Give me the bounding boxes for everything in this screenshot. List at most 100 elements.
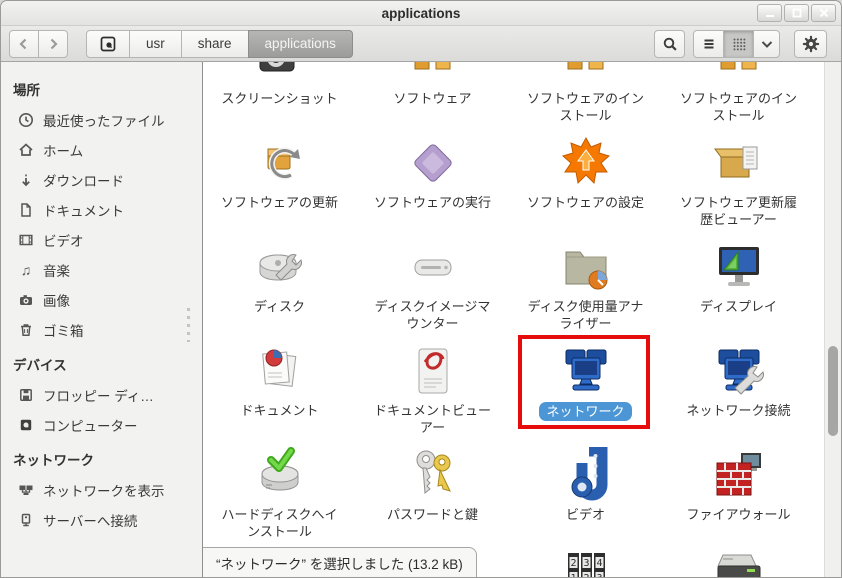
video-film-icon [558, 447, 614, 503]
file-item-combination-lock[interactable] [509, 543, 662, 577]
sidebar-item-connect-server[interactable]: サーバーへ接続 [1, 505, 202, 535]
file-item-label: ソフトウェアのインストール [523, 90, 649, 124]
sidebar-item-computer[interactable]: コンピューター [1, 410, 202, 440]
network-connections-icon [711, 343, 767, 399]
floppy-icon [18, 387, 34, 403]
file-item-label: ディスプレイ [700, 298, 777, 315]
search-button[interactable] [654, 30, 685, 58]
view-options-button[interactable] [753, 30, 780, 58]
file-item-software-install-2[interactable]: ソフトウェアのインストール [662, 62, 815, 127]
minimize-button[interactable] [757, 4, 782, 22]
sidebar-item-pictures[interactable]: 画像 [1, 285, 202, 315]
file-item-label: ディスク使用量アナライザー [523, 298, 649, 332]
file-item-disks[interactable]: ディスク [203, 231, 356, 335]
file-item-label: ソフトウェアの更新 [221, 194, 338, 211]
window-title: applications [382, 6, 461, 21]
folder-pie-icon [558, 239, 614, 295]
file-item-install-to-disk[interactable]: ハードディスクへインストール [203, 439, 356, 543]
firewall-icon [711, 447, 767, 503]
sidebar-item-label: ホーム [43, 140, 83, 160]
breadcrumb-usr[interactable]: usr [129, 30, 182, 58]
close-button[interactable] [811, 4, 836, 22]
file-item-disk-image-mounter[interactable]: ディスクイメージマウンター [356, 231, 509, 335]
trash-icon [18, 322, 34, 338]
sidebar-item-label: 音楽 [43, 260, 70, 280]
file-item-passwords-keys[interactable]: パスワードと鍵 [356, 439, 509, 543]
file-item-software-run[interactable]: ソフトウェアの実行 [356, 127, 509, 231]
install-to-disk-icon [252, 447, 308, 503]
file-item-disk-usage-analyzer[interactable]: ディスク使用量アナライザー [509, 231, 662, 335]
grid-view-button[interactable] [723, 30, 754, 58]
file-item-label: ソフトウェア更新履歴ビューアー [676, 194, 802, 228]
file-item-label: ドキュメント [240, 402, 318, 419]
breadcrumb-applications[interactable]: applications [248, 30, 353, 58]
file-item-software-settings[interactable]: ソフトウェアの設定 [509, 127, 662, 231]
file-item-videos[interactable]: ビデオ [509, 439, 662, 543]
sidebar-item-trash[interactable]: ゴミ箱 [1, 315, 202, 345]
file-item-display[interactable]: ディスプレイ [662, 231, 815, 335]
sidebar-item-floppy[interactable]: フロッピー ディ… [1, 380, 202, 410]
recent-icon [18, 112, 34, 128]
sidebar-item-recent[interactable]: 最近使ったファイル [1, 105, 202, 135]
breadcrumb-root-button[interactable] [86, 30, 130, 58]
picture-icon [18, 292, 34, 308]
file-item-firewall[interactable]: ファイアウォール [662, 439, 815, 543]
file-item-documents[interactable]: ドキュメント [203, 335, 356, 439]
back-button[interactable] [9, 30, 39, 58]
sidebar-item-downloads[interactable]: ダウンロード [1, 165, 202, 195]
minimize-icon [762, 5, 778, 21]
sidebar-item-browse-network[interactable]: ネットワークを表示 [1, 475, 202, 505]
file-item-label: ネットワーク [539, 402, 631, 421]
file-item-printer[interactable] [662, 543, 815, 577]
list-view-button[interactable] [693, 30, 724, 58]
grid-view-icon [731, 36, 747, 52]
chevron-left-icon [16, 36, 32, 52]
file-item-network-connections[interactable]: ネットワーク接続 [662, 335, 815, 439]
chevron-down-icon [759, 36, 775, 52]
passwords-keys-icon [405, 447, 461, 503]
documents-pie-icon [252, 343, 308, 399]
sidebar-item-label: ゴミ箱 [43, 320, 84, 340]
file-item-label: ソフトウェアの実行 [374, 194, 491, 211]
scrollbar-thumb[interactable] [828, 346, 838, 436]
document-viewer-icon [405, 343, 461, 399]
title-bar: applications [1, 1, 841, 26]
file-item-software[interactable]: ソフトウェア [356, 62, 509, 127]
sidebar-header-network: ネットワーク [1, 440, 202, 475]
file-item-label: ドキュメントビューアー [370, 402, 496, 436]
file-item-label: ディスク [254, 298, 305, 315]
orange-burst-icon [558, 135, 614, 191]
network-icon [18, 482, 34, 498]
download-icon [18, 172, 34, 188]
software-packages-icon [405, 62, 461, 87]
update-log-box-icon [711, 135, 767, 191]
status-text: “ネットワーク” を選択しました (13.2 kB) [216, 553, 463, 573]
forward-button[interactable] [38, 30, 68, 58]
camera-icon [252, 62, 308, 87]
sidebar-item-documents[interactable]: ドキュメント [1, 195, 202, 225]
file-item-update-log-viewer[interactable]: ソフトウェア更新履歴ビューアー [662, 127, 815, 231]
breadcrumb-share[interactable]: share [181, 30, 249, 58]
sidebar-item-label: ドキュメント [43, 200, 124, 220]
sidebar-item-videos[interactable]: ビデオ [1, 225, 202, 255]
file-manager-window: applications usr share applications [0, 0, 842, 578]
view-switcher [693, 30, 780, 58]
file-item-document-viewer[interactable]: ドキュメントビューアー [356, 335, 509, 439]
sidebar-scroll-indicator[interactable] [187, 308, 190, 342]
close-icon [816, 5, 832, 21]
disk-image-mounter-icon [405, 239, 461, 295]
sidebar-item-music[interactable]: ♫音楽 [1, 255, 202, 285]
file-item-screenshot[interactable]: スクリーンショット [203, 62, 356, 127]
software-update-icon [252, 135, 308, 191]
vertical-scrollbar[interactable] [824, 62, 841, 577]
search-icon [662, 36, 678, 52]
document-icon [18, 202, 34, 218]
file-item-network-selected[interactable]: ネットワーク [509, 335, 662, 439]
file-item-software-install-1[interactable]: ソフトウェアのインストール [509, 62, 662, 127]
sidebar-item-label: ネットワークを表示 [43, 480, 165, 500]
maximize-button[interactable] [784, 4, 809, 22]
menu-button[interactable] [794, 30, 827, 58]
file-item-software-update[interactable]: ソフトウェアの更新 [203, 127, 356, 231]
sidebar-item-home[interactable]: ホーム [1, 135, 202, 165]
file-item-label: ファイアウォール [686, 506, 790, 523]
